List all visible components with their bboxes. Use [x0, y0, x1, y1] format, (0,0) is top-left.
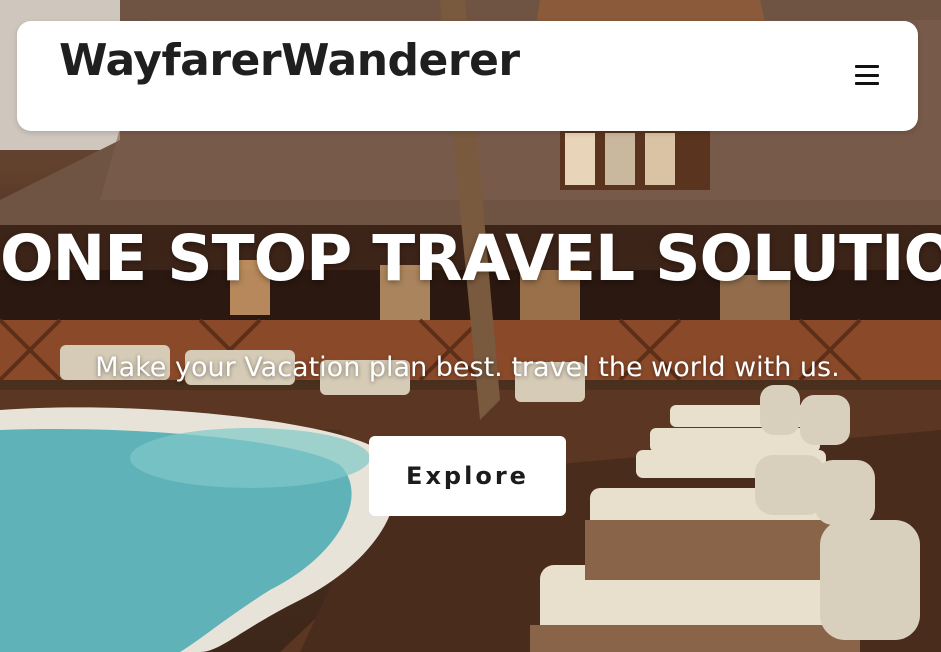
menu-bar — [855, 65, 879, 68]
brand-logo[interactable]: WayfarerWanderer — [59, 35, 520, 86]
explore-button[interactable]: Explore — [369, 436, 566, 516]
menu-bar — [855, 82, 879, 85]
navbar: WayfarerWanderer — [17, 21, 918, 131]
hero-section: WayfarerWanderer ONE STOP TRAVEL SOLUTIO… — [0, 0, 941, 652]
hamburger-menu-icon[interactable] — [855, 65, 879, 85]
hero-subtitle: Make your Vacation plan best. travel the… — [95, 352, 840, 383]
hero-title: ONE STOP TRAVEL SOLUTION — [0, 222, 941, 295]
menu-bar — [855, 73, 879, 77]
